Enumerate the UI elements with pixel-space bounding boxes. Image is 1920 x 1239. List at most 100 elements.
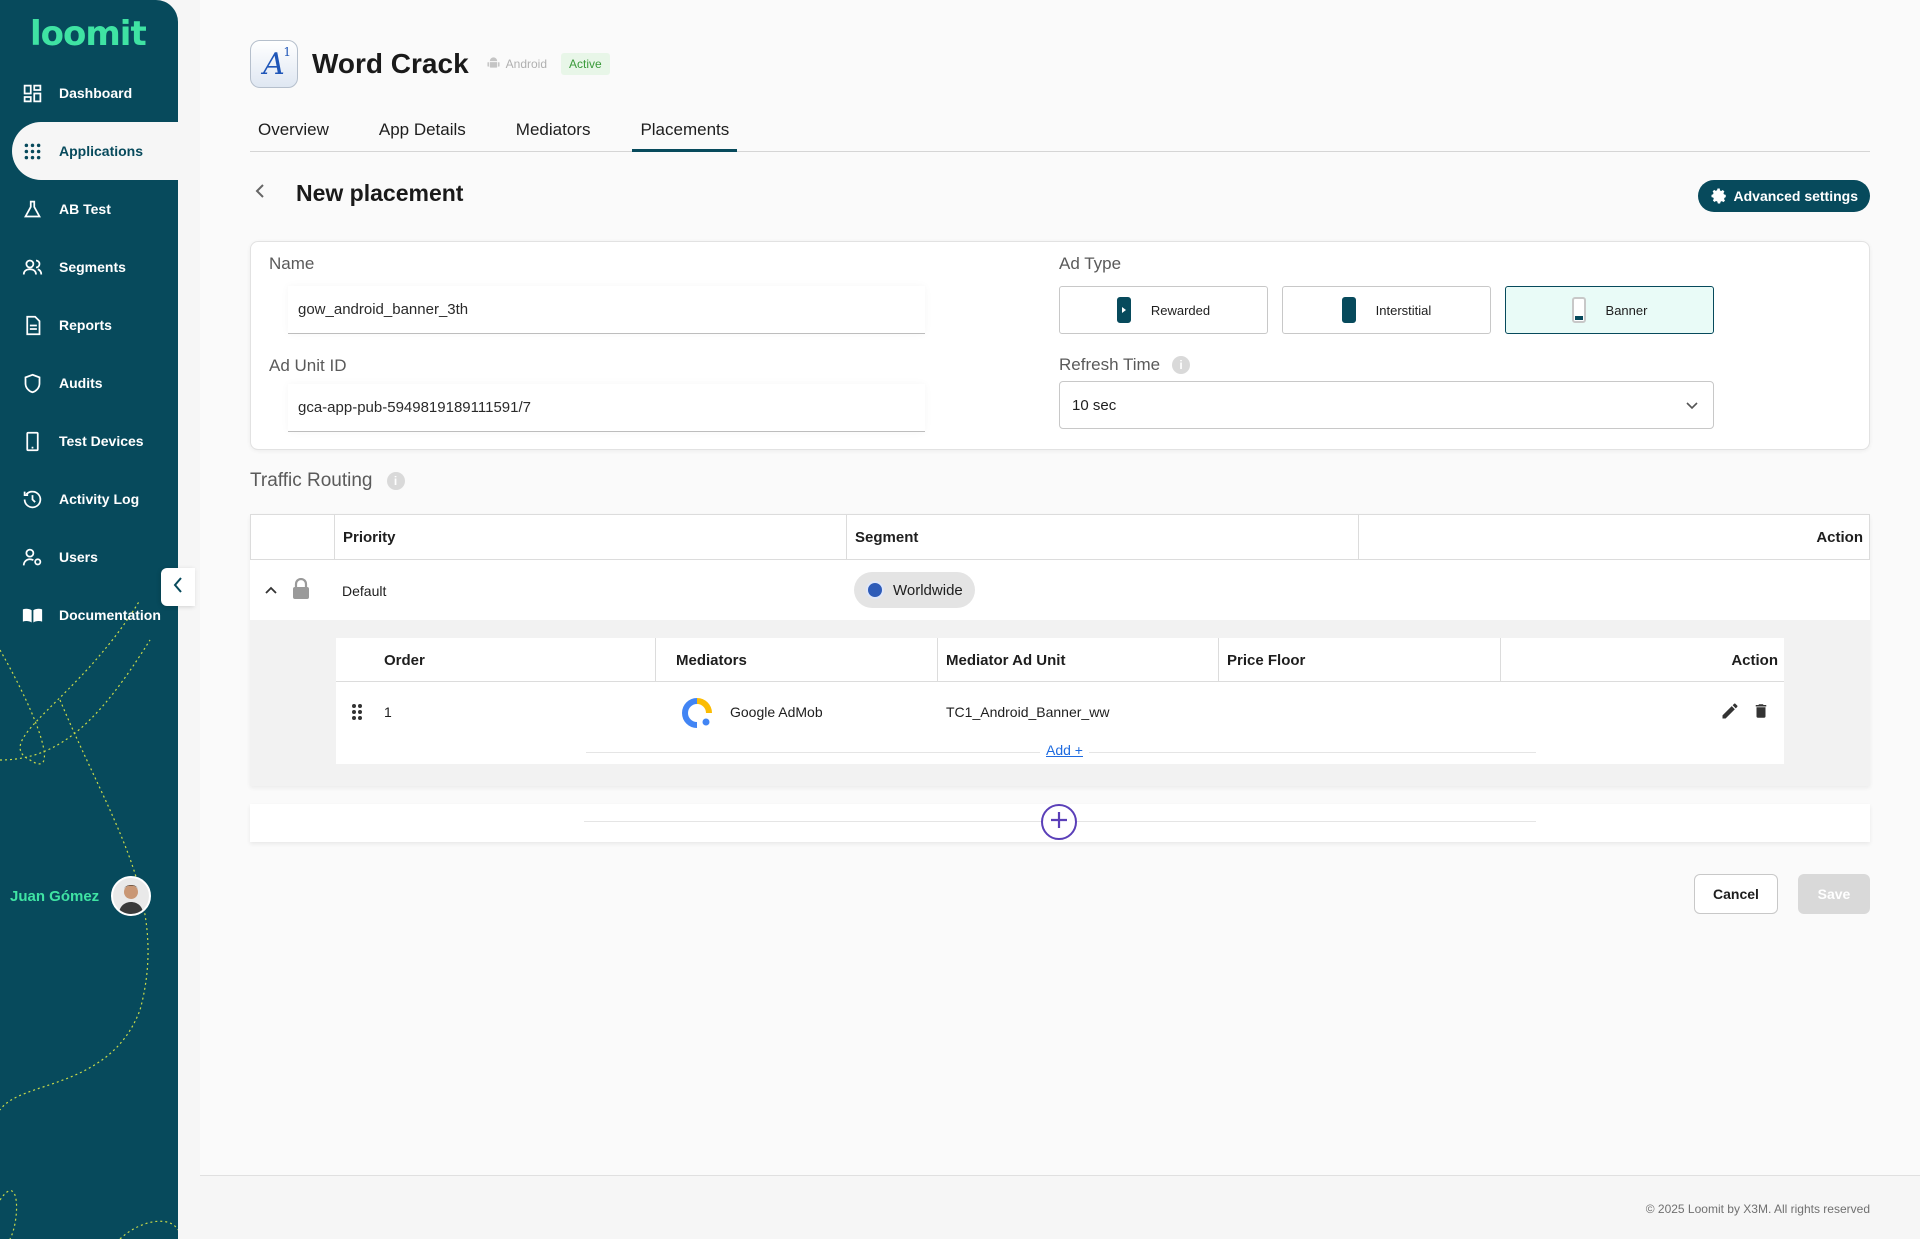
advanced-settings-button[interactable]: Advanced settings	[1697, 180, 1870, 212]
tab-overview[interactable]: Overview	[250, 116, 337, 151]
avatar[interactable]	[111, 876, 152, 916]
back-button[interactable]	[254, 184, 274, 204]
sidebar-item-label: Activity Log	[59, 491, 140, 507]
user-name: Juan Gómez	[10, 887, 100, 905]
mediators-table: Order Mediators Mediator Ad Unit Price F…	[336, 638, 1784, 764]
mediator-name: Google AdMob	[730, 704, 823, 720]
header-spacer	[251, 515, 335, 559]
add-rule-button[interactable]	[1041, 804, 1077, 840]
tab-app-details[interactable]: App Details	[371, 116, 474, 151]
sidebar-item-documentation[interactable]: Documentation	[0, 586, 178, 644]
add-mediator-link[interactable]: Add +	[1040, 742, 1089, 758]
mediator-ad-unit-header: Mediator Ad Unit	[938, 638, 1219, 682]
sidebar-item-test-devices[interactable]: Test Devices	[0, 412, 178, 470]
price-floor-header: Price Floor	[1219, 638, 1501, 682]
sidebar-item-label: AB Test	[59, 201, 111, 217]
ad-type-banner-option[interactable]: Banner	[1505, 286, 1714, 334]
admob-logo-icon	[682, 698, 712, 731]
sidebar-item-label: Segments	[59, 259, 126, 275]
traffic-routing-title: Traffic Routing	[250, 470, 373, 491]
sidebar-item-audits[interactable]: Audits	[0, 354, 178, 412]
copyright-text: © 2025 Loomit by X3M. All rights reserve…	[1645, 1202, 1870, 1216]
user-profile[interactable]: Juan Gómez	[10, 876, 152, 916]
sidebar: loomit Dashboard Applications AB Test Se…	[0, 0, 178, 1239]
ad-type-label-text: Banner	[1605, 302, 1648, 318]
globe-icon	[866, 581, 884, 599]
info-icon[interactable]: i	[386, 472, 405, 490]
sidebar-item-label: Test Devices	[59, 433, 144, 449]
loomit-logo[interactable]: loomit	[30, 14, 147, 54]
traffic-routing-heading: Traffic Routing i	[250, 470, 405, 492]
platform-name: Android	[505, 57, 548, 71]
page-header: New placement Advanced settings	[250, 180, 1870, 212]
interstitial-phone-icon	[1341, 297, 1356, 323]
dashboard-icon	[21, 82, 43, 104]
sidebar-item-label: Audits	[59, 375, 103, 391]
priority-header: Priority	[335, 515, 847, 559]
mediators-header: Mediators	[656, 638, 938, 682]
drag-handle-icon[interactable]	[352, 703, 362, 724]
segment-chip[interactable]: Worldwide	[854, 572, 975, 608]
tab-bar: Overview App Details Mediators Placement…	[250, 116, 1870, 152]
tab-mediators[interactable]: Mediators	[508, 116, 599, 151]
grid-icon	[21, 140, 43, 162]
name-field[interactable]: gow_android_banner_3th	[288, 286, 925, 334]
table-row: Default Worldwide	[250, 560, 1870, 620]
chevron-left-icon	[254, 182, 266, 205]
sidebar-item-segments[interactable]: Segments	[0, 238, 178, 296]
app-header: A1 Word Crack Android Active	[250, 40, 610, 88]
ad-type-rewarded-option[interactable]: Rewarded	[1059, 286, 1268, 334]
save-button[interactable]: Save	[1798, 874, 1870, 914]
sidebar-item-dashboard[interactable]: Dashboard	[0, 64, 178, 122]
status-badge: Active	[561, 53, 610, 75]
cancel-button[interactable]: Cancel	[1694, 874, 1778, 914]
main-content: A1 Word Crack Android Active Overview Ap…	[200, 0, 1920, 1239]
ad-type-interstitial-option[interactable]: Interstitial	[1282, 286, 1491, 334]
add-routing-rule-bar	[250, 804, 1870, 842]
refresh-time-label: Refresh Time i	[1059, 355, 1191, 375]
users-group-icon	[21, 256, 43, 278]
refresh-time-text: Refresh Time	[1059, 355, 1161, 374]
flask-icon	[21, 198, 43, 220]
segment-header: Segment	[847, 515, 1359, 559]
order-header: Order	[336, 638, 656, 682]
ad-unit-label: Ad Unit ID	[269, 356, 347, 375]
ad-type-label-text: Rewarded	[1150, 302, 1211, 318]
collapse-sidebar-button[interactable]	[161, 568, 195, 606]
sidebar-item-applications[interactable]: Applications	[12, 122, 178, 180]
traffic-routing-table: Priority Segment Action Default Worldwid…	[250, 514, 1870, 786]
mediator-ad-unit-value: TC1_Android_Banner_ww	[946, 704, 1110, 720]
platform-label: Android	[487, 56, 547, 73]
trash-icon[interactable]	[1752, 701, 1770, 724]
sidebar-item-activity-log[interactable]: Activity Log	[0, 470, 178, 528]
refresh-time-select[interactable]: 10 sec	[1059, 381, 1714, 429]
app-icon: A1	[250, 40, 298, 88]
sidebar-item-ab-test[interactable]: AB Test	[0, 180, 178, 238]
sidebar-item-label: Reports	[59, 317, 112, 333]
document-icon	[21, 314, 43, 336]
ad-type-label-text: Interstitial	[1375, 302, 1432, 318]
page-title: Word Crack	[312, 48, 469, 79]
advanced-settings-label: Advanced settings	[1733, 188, 1858, 204]
tab-placements[interactable]: Placements	[632, 116, 738, 152]
refresh-time-value: 10 sec	[1072, 396, 1117, 414]
chevron-up-icon[interactable]	[264, 582, 278, 598]
segment-value: Worldwide	[893, 581, 963, 599]
plus-icon	[1049, 810, 1069, 835]
placement-title: New placement	[296, 180, 464, 206]
sidebar-item-label: Dashboard	[59, 85, 133, 101]
sidebar-nav: Dashboard Applications AB Test Segments …	[0, 64, 178, 644]
routing-table-header: Priority Segment Action	[250, 514, 1870, 560]
edit-icon[interactable]	[1720, 701, 1740, 724]
ad-unit-id-field[interactable]: gca-app-pub-5949819189111591/7	[288, 384, 925, 432]
history-icon	[21, 488, 43, 510]
sidebar-item-users[interactable]: Users	[0, 528, 178, 586]
order-value: 1	[384, 704, 392, 720]
sidebar-item-reports[interactable]: Reports	[0, 296, 178, 354]
table-row: 1 Google AdMob TC1_Android_Banner_ww	[336, 682, 1784, 742]
user-settings-icon	[21, 546, 43, 568]
priority-value: Default	[342, 583, 387, 599]
ad-type-label: Ad Type	[1059, 254, 1122, 273]
action-header: Action	[1731, 651, 1778, 669]
info-icon[interactable]: i	[1172, 356, 1191, 374]
